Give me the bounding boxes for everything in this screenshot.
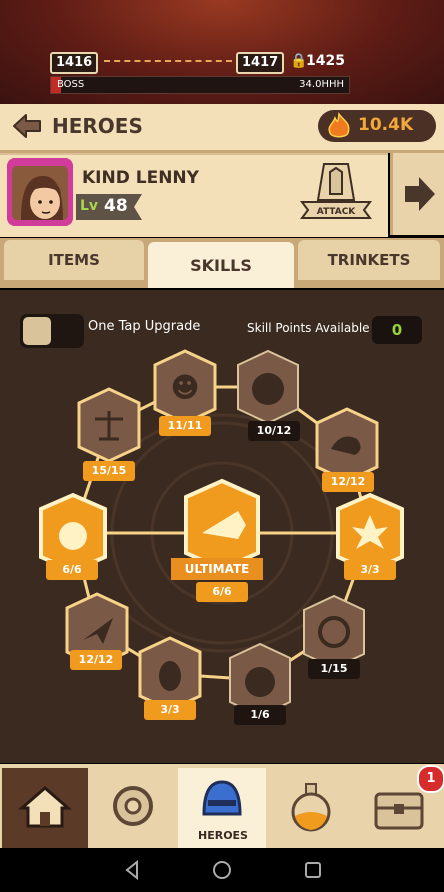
current-level-box: 1416 bbox=[50, 52, 99, 74]
nav-active-label: HEROES bbox=[198, 829, 248, 842]
skill-button-1[interactable] bbox=[155, 351, 215, 423]
next-hero-button[interactable] bbox=[390, 153, 444, 235]
ultimate-skill-button[interactable] bbox=[186, 481, 258, 569]
hero-name: KIND LENNY bbox=[82, 168, 199, 188]
skill-button-10[interactable] bbox=[79, 389, 139, 461]
skill-count-10: 15/15 bbox=[83, 461, 135, 481]
next-level-box: 1417 bbox=[236, 52, 285, 74]
hero-portrait-avatar[interactable] bbox=[7, 158, 73, 226]
lock-icon: 🔒 bbox=[290, 53, 308, 69]
skill-button-2[interactable] bbox=[238, 351, 298, 423]
flame-currency-icon bbox=[328, 112, 350, 138]
hero-level-number: 48 bbox=[104, 196, 128, 216]
system-back-icon[interactable] bbox=[125, 859, 138, 881]
skill-button-8[interactable] bbox=[67, 594, 127, 666]
attack-role-badge[interactable]: ATTACK bbox=[298, 158, 374, 228]
notification-badge: 1 bbox=[417, 765, 444, 793]
attack-role-label: ATTACK bbox=[317, 207, 357, 217]
boss-label: BOSS bbox=[57, 79, 85, 90]
page-title: HEROES bbox=[52, 114, 143, 138]
nav-potion-button[interactable] bbox=[268, 768, 354, 848]
fist-icon bbox=[329, 166, 343, 195]
skill-count-2: 10/12 bbox=[248, 421, 300, 441]
potion-icon bbox=[291, 783, 331, 832]
system-recents-icon[interactable] bbox=[305, 862, 321, 878]
arrow-right-icon bbox=[405, 177, 435, 211]
back-arrow-icon[interactable] bbox=[12, 111, 42, 141]
system-home-icon[interactable] bbox=[213, 861, 231, 879]
skill-button-5[interactable] bbox=[304, 596, 364, 668]
helmet-icon bbox=[202, 780, 242, 816]
home-icon bbox=[17, 786, 73, 828]
skill-button-4[interactable] bbox=[338, 495, 402, 571]
skill-button-3[interactable] bbox=[317, 409, 377, 481]
boss-hp-value: 34.0HHH bbox=[299, 79, 344, 90]
locked-level-number: 1425 bbox=[306, 53, 345, 69]
level-progress-dashes bbox=[104, 60, 232, 64]
hero-level-prefix: Lv bbox=[80, 198, 99, 214]
skill-button-6[interactable] bbox=[230, 644, 290, 716]
tab-skills[interactable]: SKILLS bbox=[148, 242, 294, 288]
nav-home-button[interactable] bbox=[2, 768, 88, 848]
skill-button-9[interactable] bbox=[41, 495, 105, 571]
nav-settings-button[interactable] bbox=[90, 768, 176, 848]
tab-items[interactable]: ITEMS bbox=[4, 240, 144, 280]
ultimate-count: 6/6 bbox=[196, 582, 248, 602]
tab-trinkets[interactable]: TRINKETS bbox=[298, 240, 440, 280]
gear-icon bbox=[113, 786, 153, 826]
currency-value: 10.4K bbox=[358, 115, 414, 135]
system-navigation-bar bbox=[0, 848, 444, 888]
skill-button-7[interactable] bbox=[140, 638, 200, 710]
